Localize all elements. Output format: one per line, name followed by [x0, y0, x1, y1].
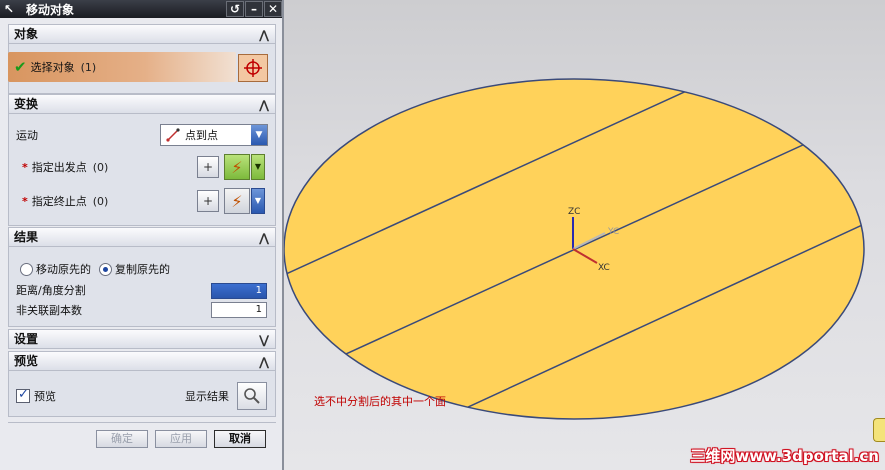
- close-button[interactable]: ✕: [264, 1, 282, 17]
- move-original-label: 移动原先的: [36, 263, 91, 276]
- required-star: *: [22, 160, 28, 174]
- minimize-button[interactable]: –: [245, 1, 263, 17]
- inferred-point-button[interactable]: ⚡: [224, 154, 250, 180]
- lightning-icon: ⚡: [231, 157, 243, 177]
- move-original-radio[interactable]: 移动原先的: [20, 261, 91, 277]
- motion-row: 运动: [16, 125, 156, 145]
- point-to-point-icon: [166, 128, 180, 142]
- crosshair-icon: [244, 59, 262, 77]
- dropdown-arrow-icon[interactable]: ▼: [251, 125, 267, 145]
- crosshair-select-button[interactable]: [238, 54, 268, 82]
- point-dialog-button[interactable]: +: [197, 190, 219, 212]
- cancel-button[interactable]: 取消: [214, 430, 266, 448]
- section-title-result: 结果: [14, 230, 39, 244]
- preview-row: 预览: [16, 387, 136, 404]
- show-result-row: 显示结果: [185, 388, 245, 404]
- inferred-point-dropdown[interactable]: ▼: [251, 188, 265, 214]
- section-header-transform[interactable]: 变换 ⋀: [8, 94, 276, 114]
- move-tool-icon: ↖: [4, 2, 15, 16]
- ok-button[interactable]: 确定: [96, 430, 148, 448]
- section-title-object: 对象: [14, 27, 39, 41]
- non-assoc-copies-row: 非关联副本数: [16, 302, 196, 318]
- lightning-icon: ⚡: [231, 191, 243, 211]
- show-result-button[interactable]: [237, 382, 267, 410]
- copy-original-label: 复制原先的: [115, 263, 170, 276]
- watermark: 三维网www.3dportal.cn: [690, 447, 879, 465]
- preview-label: 预览: [34, 390, 56, 403]
- section-header-settings[interactable]: 设置 ⋁: [8, 329, 276, 349]
- show-result-label: 显示结果: [185, 390, 229, 403]
- footer-divider: [8, 422, 276, 423]
- point-plus-icon: +: [202, 194, 214, 208]
- distance-angle-row: 距离/角度分割: [16, 282, 196, 298]
- collapse-chevron-icon[interactable]: ⋀: [257, 229, 271, 247]
- apply-button[interactable]: 应用: [155, 430, 207, 448]
- magnifier-icon: [244, 388, 260, 404]
- section-title-settings: 设置: [14, 332, 39, 346]
- non-assoc-copies-label: 非关联副本数: [16, 304, 82, 317]
- collapse-chevron-icon[interactable]: ⋀: [257, 96, 271, 114]
- distance-angle-label: 距离/角度分割: [16, 284, 86, 297]
- to-point-count: (0): [92, 194, 109, 208]
- section-header-result[interactable]: 结果 ⋀: [8, 227, 276, 247]
- from-point-row: * 指定出发点 (0): [8, 158, 198, 176]
- non-assoc-copies-input[interactable]: 1: [211, 302, 267, 318]
- select-object-row[interactable]: ✔ 选择对象 (1): [8, 52, 236, 82]
- copy-original-radio[interactable]: 复制原先的: [99, 261, 170, 277]
- reset-button[interactable]: ↺: [226, 1, 244, 17]
- dialog-title: 移动对象: [26, 2, 75, 17]
- section-header-preview[interactable]: 预览 ⋀: [8, 351, 276, 371]
- side-widget[interactable]: [873, 418, 885, 442]
- collapse-chevron-icon[interactable]: ⋀: [257, 353, 271, 371]
- from-point-count: (0): [92, 160, 109, 174]
- result-options-row: 移动原先的 复制原先的: [20, 260, 260, 278]
- check-icon: ✔: [14, 58, 27, 76]
- from-point-label: 指定出发点: [31, 161, 87, 174]
- axis-label-x: XC: [598, 263, 610, 273]
- axis-label-y: YC: [607, 227, 619, 237]
- section-title-preview: 预览: [14, 354, 39, 368]
- select-object-count: (1): [80, 60, 97, 74]
- radio-circle-selected: [99, 262, 112, 276]
- preview-checkbox[interactable]: [16, 387, 30, 403]
- inferred-point-dropdown[interactable]: ▼: [251, 154, 265, 180]
- move-object-dialog: ↖ 移动对象 ↺ – ✕ 对象 ⋀ ✔ 选择对象 (1) 变换 ⋀ 运动 点到点…: [0, 0, 284, 470]
- point-dialog-button[interactable]: +: [197, 156, 219, 178]
- to-point-row: * 指定终止点 (0): [8, 192, 198, 210]
- motion-value: 点到点: [185, 129, 218, 142]
- section-header-object[interactable]: 对象 ⋀: [8, 24, 276, 44]
- radio-circle: [20, 262, 33, 276]
- expand-chevron-icon[interactable]: ⋁: [257, 331, 271, 349]
- select-object-label: 选择对象: [30, 61, 75, 74]
- axis-label-z: ZC: [568, 207, 580, 217]
- inferred-point-button[interactable]: ⚡: [224, 188, 250, 214]
- annotation-text: 选不中分割后的其中一个面: [314, 395, 446, 408]
- motion-label: 运动: [16, 129, 38, 142]
- distance-angle-input[interactable]: 1: [211, 283, 267, 299]
- to-point-label: 指定终止点: [31, 195, 87, 208]
- point-plus-icon: +: [202, 160, 214, 174]
- required-star: *: [22, 194, 28, 208]
- motion-select[interactable]: 点到点 ▼: [160, 124, 268, 146]
- section-title-transform: 变换: [14, 97, 39, 111]
- dialog-titlebar[interactable]: ↖ 移动对象 ↺ – ✕: [0, 0, 282, 18]
- collapse-chevron-icon[interactable]: ⋀: [257, 26, 271, 44]
